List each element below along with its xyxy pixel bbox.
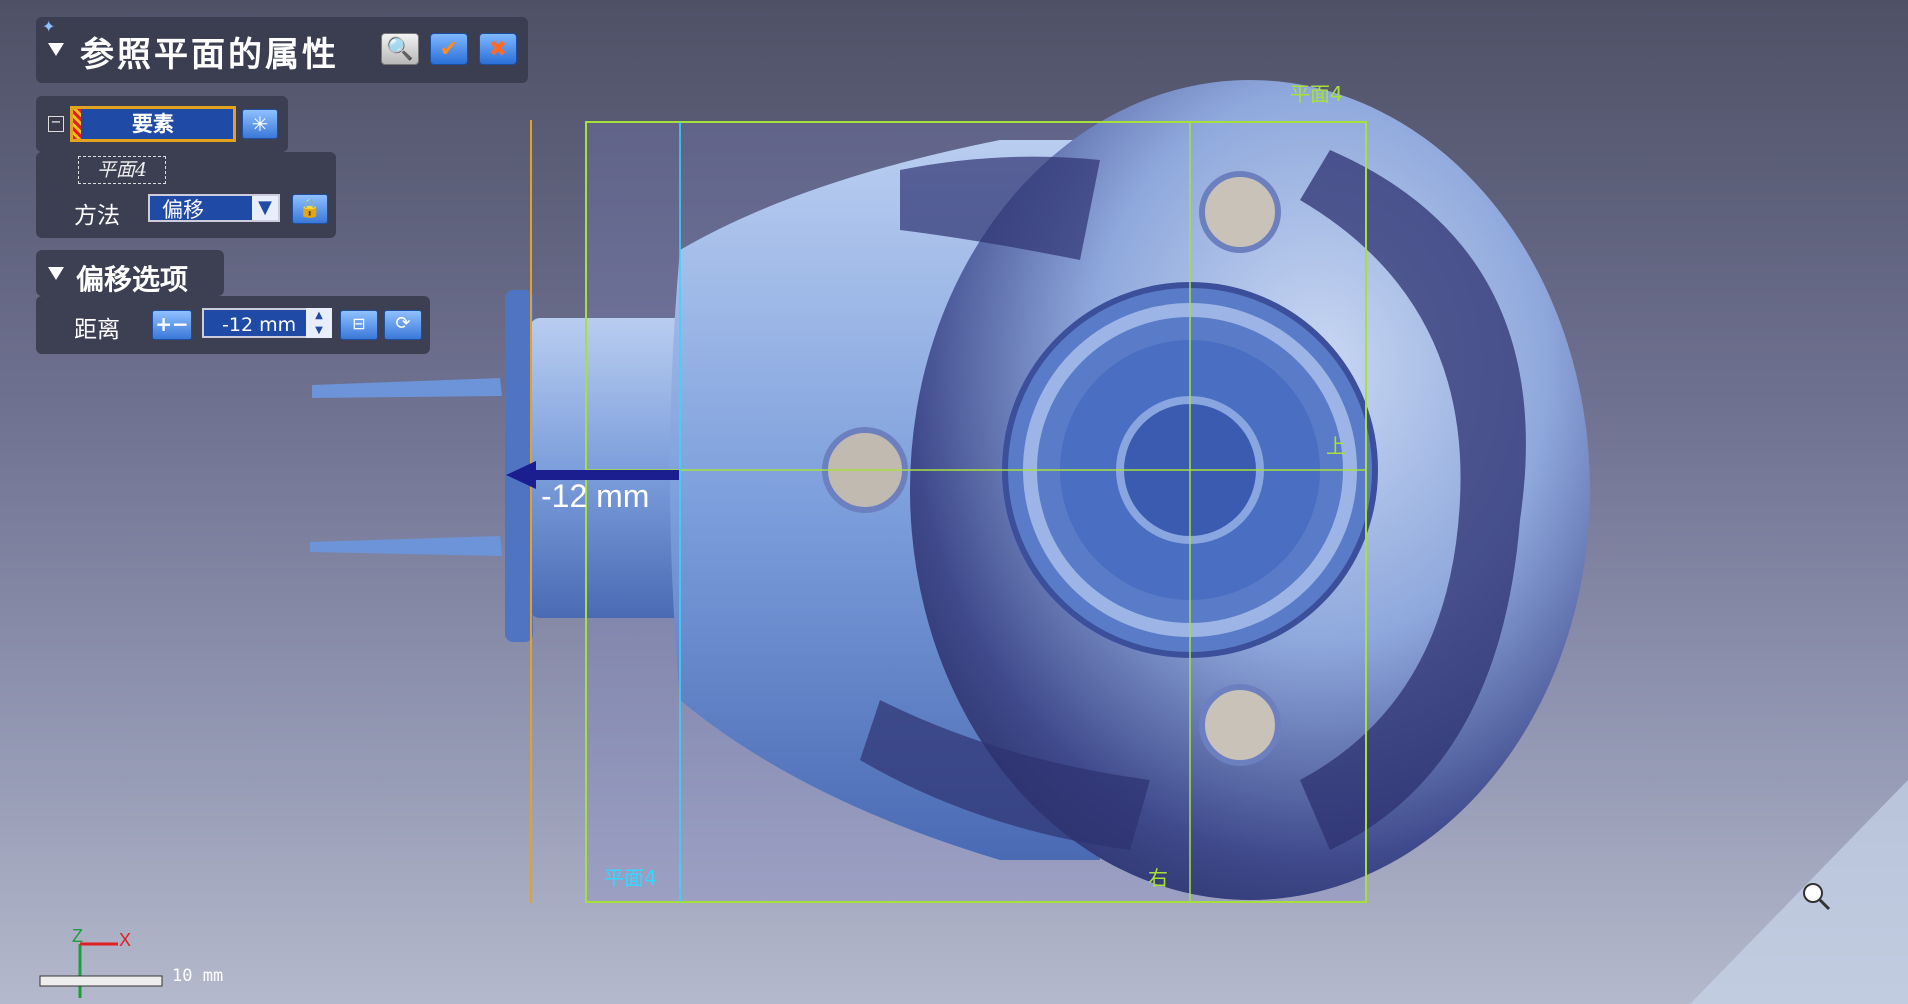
method-dropdown-value: 偏移 [162, 198, 204, 222]
collapse-triangle-icon[interactable] [48, 267, 64, 280]
offset-dimension-label[interactable]: -12 mm [541, 478, 649, 515]
close-icon: ✖ [488, 36, 508, 62]
cancel-button[interactable]: ✖ [479, 33, 517, 65]
axis-x-label: X [119, 930, 132, 950]
distance-stepper[interactable]: ▲ ▼ [306, 308, 332, 338]
plane-label-right: 右 [1148, 866, 1168, 890]
checkmark-icon: ✔ [439, 36, 459, 62]
reset-button[interactable]: ⟳ [384, 310, 422, 340]
axis-z-label: Z [72, 926, 83, 946]
offset-options-header[interactable]: 偏移选项 [36, 250, 224, 296]
plane-label-top: 上 [1326, 434, 1346, 458]
properties-dialog-header: ✦ 参照平面的属性 🔍 ✔ ✖ [36, 17, 528, 83]
model-canvas[interactable] [0, 0, 1908, 1004]
collapse-toggle[interactable]: − [48, 116, 64, 132]
method-section: 平面4 方法 偏移 ▼ 🔒 [36, 152, 336, 238]
stepper-down-icon[interactable]: ▼ [306, 323, 332, 338]
measure-button[interactable]: ⊟ [340, 310, 378, 340]
model-pin-bottom [310, 536, 502, 556]
scale-bar [39, 975, 163, 987]
collapse-triangle-icon[interactable] [48, 43, 64, 56]
model-hole-top [1199, 171, 1281, 253]
method-dropdown[interactable]: 偏移 ▼ [148, 194, 280, 222]
pin-icon[interactable]: ✦ [42, 17, 55, 36]
scale-bar-text: 10 mm [172, 966, 224, 986]
element-field-label: 要素 [132, 112, 174, 136]
selected-plane-tag[interactable]: 平面4 [78, 156, 166, 184]
offset-options-body: 距离 +− -12 mm ▲ ▼ ⊟ ⟳ [36, 296, 430, 354]
viewcube-corner[interactable] [1690, 780, 1908, 1004]
model-base-body [530, 318, 690, 618]
model-pin-top [312, 378, 502, 398]
preview-button[interactable]: 🔍 [381, 33, 419, 65]
ruler-icon: ⊟ [352, 314, 366, 333]
lock-icon: 🔒 [298, 198, 322, 219]
offset-options-title: 偏移选项 [76, 263, 189, 296]
flip-direction-button[interactable]: +− [152, 310, 192, 340]
ok-button[interactable]: ✔ [430, 33, 468, 65]
plane-label-bottom-left: 平面4 [604, 866, 657, 890]
asterisk-icon: ✳ [251, 112, 269, 136]
dialog-title: 参照平面的属性 [80, 35, 339, 75]
lock-button[interactable]: 🔒 [292, 194, 328, 224]
plane-label-top-right: 平面4 [1290, 82, 1343, 106]
distance-label: 距离 [74, 317, 120, 343]
chevron-down-icon[interactable]: ▼ [252, 196, 278, 220]
method-label: 方法 [74, 203, 120, 229]
zoom-icon[interactable] [1800, 880, 1832, 912]
3d-viewport[interactable]: -12 mm 平面4 平面4 右 上 Z X 10 mm [0, 0, 1908, 1004]
selection-stripe-icon [73, 109, 81, 139]
magnifier-icon: 🔍 [386, 36, 414, 62]
element-section: − 要素 ✳ [36, 96, 288, 152]
element-field[interactable]: 要素 [70, 106, 236, 142]
refresh-icon: ⟳ [395, 313, 411, 334]
element-select-button[interactable]: ✳ [242, 109, 278, 139]
model-hole-bottom [1199, 684, 1281, 766]
stepper-up-icon[interactable]: ▲ [306, 308, 332, 323]
